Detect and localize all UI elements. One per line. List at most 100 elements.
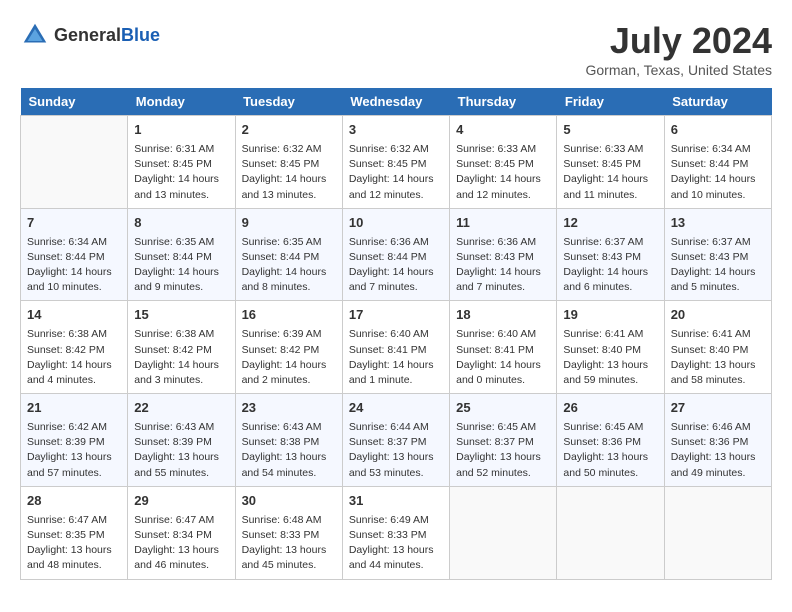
day-number: 7 xyxy=(27,214,121,233)
day-content: Sunrise: 6:43 AM Sunset: 8:38 PM Dayligh… xyxy=(242,420,336,481)
day-number: 20 xyxy=(671,306,765,325)
calendar-cell xyxy=(450,486,557,579)
calendar-cell: 29Sunrise: 6:47 AM Sunset: 8:34 PM Dayli… xyxy=(128,486,235,579)
day-content: Sunrise: 6:41 AM Sunset: 8:40 PM Dayligh… xyxy=(671,327,765,388)
calendar-cell: 22Sunrise: 6:43 AM Sunset: 8:39 PM Dayli… xyxy=(128,394,235,487)
day-number: 8 xyxy=(134,214,228,233)
calendar-cell: 26Sunrise: 6:45 AM Sunset: 8:36 PM Dayli… xyxy=(557,394,664,487)
calendar-cell: 7 Sunrise: 6:34 AM Sunset: 8:44 PM Daylig… xyxy=(21,208,128,301)
calendar-cell: 21Sunrise: 6:42 AM Sunset: 8:39 PM Dayli… xyxy=(21,394,128,487)
day-number: 5 xyxy=(563,121,657,140)
calendar-cell: 9 Sunrise: 6:35 AM Sunset: 8:44 PM Daylig… xyxy=(235,208,342,301)
calendar-cell: 20 Sunrise: 6:41 AM Sunset: 8:40 PM Dayli… xyxy=(664,301,771,394)
day-content: Sunrise: 6:35 AM Sunset: 8:44 PM Dayligh… xyxy=(242,235,336,296)
day-number: 14 xyxy=(27,306,121,325)
calendar-cell: 4Sunrise: 6:33 AM Sunset: 8:45 PM Daylig… xyxy=(450,116,557,209)
day-number: 12 xyxy=(563,214,657,233)
day-content: Sunrise: 6:47 AM Sunset: 8:34 PM Dayligh… xyxy=(134,513,228,574)
calendar-cell: 3 Sunrise: 6:32 AM Sunset: 8:45 PM Daylig… xyxy=(342,116,449,209)
logo-text-blue: Blue xyxy=(121,25,160,45)
day-content: Sunrise: 6:38 AM Sunset: 8:42 PM Dayligh… xyxy=(27,327,121,388)
calendar-cell: 30Sunrise: 6:48 AM Sunset: 8:33 PM Dayli… xyxy=(235,486,342,579)
day-content: Sunrise: 6:46 AM Sunset: 8:36 PM Dayligh… xyxy=(671,420,765,481)
calendar-cell: 31 Sunrise: 6:49 AM Sunset: 8:33 PM Dayli… xyxy=(342,486,449,579)
day-content: Sunrise: 6:40 AM Sunset: 8:41 PM Dayligh… xyxy=(456,327,550,388)
day-content: Sunrise: 6:41 AM Sunset: 8:40 PM Dayligh… xyxy=(563,327,657,388)
calendar-cell: 25 Sunrise: 6:45 AM Sunset: 8:37 PM Dayli… xyxy=(450,394,557,487)
day-number: 24 xyxy=(349,399,443,418)
header-row: SundayMondayTuesdayWednesdayThursdayFrid… xyxy=(21,88,772,116)
day-number: 16 xyxy=(242,306,336,325)
day-content: Sunrise: 6:34 AM Sunset: 8:44 PM Dayligh… xyxy=(27,235,121,296)
day-number: 3 xyxy=(349,121,443,140)
day-number: 17 xyxy=(349,306,443,325)
week-row-1: 1 Sunrise: 6:31 AM Sunset: 8:45 PM Daylig… xyxy=(21,116,772,209)
calendar-cell: 6 Sunrise: 6:34 AM Sunset: 8:44 PM Daylig… xyxy=(664,116,771,209)
calendar-cell: 1 Sunrise: 6:31 AM Sunset: 8:45 PM Daylig… xyxy=(128,116,235,209)
day-number: 25 xyxy=(456,399,550,418)
day-number: 27 xyxy=(671,399,765,418)
day-number: 4 xyxy=(456,121,550,140)
day-content: Sunrise: 6:38 AM Sunset: 8:42 PM Dayligh… xyxy=(134,327,228,388)
calendar-cell: 11Sunrise: 6:36 AM Sunset: 8:43 PM Dayli… xyxy=(450,208,557,301)
day-number: 28 xyxy=(27,492,121,511)
day-header-wednesday: Wednesday xyxy=(342,88,449,116)
day-number: 6 xyxy=(671,121,765,140)
calendar-cell: 2 Sunrise: 6:32 AM Sunset: 8:45 PM Daylig… xyxy=(235,116,342,209)
calendar-cell xyxy=(664,486,771,579)
day-content: Sunrise: 6:45 AM Sunset: 8:36 PM Dayligh… xyxy=(563,420,657,481)
day-number: 18 xyxy=(456,306,550,325)
day-header-friday: Friday xyxy=(557,88,664,116)
day-content: Sunrise: 6:31 AM Sunset: 8:45 PM Dayligh… xyxy=(134,142,228,203)
calendar-cell: 14 Sunrise: 6:38 AM Sunset: 8:42 PM Dayli… xyxy=(21,301,128,394)
day-content: Sunrise: 6:35 AM Sunset: 8:44 PM Dayligh… xyxy=(134,235,228,296)
day-content: Sunrise: 6:43 AM Sunset: 8:39 PM Dayligh… xyxy=(134,420,228,481)
day-header-sunday: Sunday xyxy=(21,88,128,116)
calendar-cell: 15Sunrise: 6:38 AM Sunset: 8:42 PM Dayli… xyxy=(128,301,235,394)
calendar-cell: 23 Sunrise: 6:43 AM Sunset: 8:38 PM Dayli… xyxy=(235,394,342,487)
calendar-cell: 13 Sunrise: 6:37 AM Sunset: 8:43 PM Dayli… xyxy=(664,208,771,301)
logo-icon xyxy=(20,20,50,50)
day-content: Sunrise: 6:49 AM Sunset: 8:33 PM Dayligh… xyxy=(349,513,443,574)
day-content: Sunrise: 6:33 AM Sunset: 8:45 PM Dayligh… xyxy=(563,142,657,203)
day-content: Sunrise: 6:37 AM Sunset: 8:43 PM Dayligh… xyxy=(563,235,657,296)
calendar-cell: 8 Sunrise: 6:35 AM Sunset: 8:44 PM Daylig… xyxy=(128,208,235,301)
day-number: 2 xyxy=(242,121,336,140)
day-number: 1 xyxy=(134,121,228,140)
day-content: Sunrise: 6:37 AM Sunset: 8:43 PM Dayligh… xyxy=(671,235,765,296)
day-number: 9 xyxy=(242,214,336,233)
day-number: 19 xyxy=(563,306,657,325)
logo: GeneralBlue xyxy=(20,20,160,50)
day-header-saturday: Saturday xyxy=(664,88,771,116)
calendar-cell: 12 Sunrise: 6:37 AM Sunset: 8:43 PM Dayli… xyxy=(557,208,664,301)
day-content: Sunrise: 6:47 AM Sunset: 8:35 PM Dayligh… xyxy=(27,513,121,574)
day-content: Sunrise: 6:39 AM Sunset: 8:42 PM Dayligh… xyxy=(242,327,336,388)
day-content: Sunrise: 6:32 AM Sunset: 8:45 PM Dayligh… xyxy=(242,142,336,203)
week-row-3: 14 Sunrise: 6:38 AM Sunset: 8:42 PM Dayli… xyxy=(21,301,772,394)
day-content: Sunrise: 6:45 AM Sunset: 8:37 PM Dayligh… xyxy=(456,420,550,481)
day-header-monday: Monday xyxy=(128,88,235,116)
calendar-cell: 27 Sunrise: 6:46 AM Sunset: 8:36 PM Dayli… xyxy=(664,394,771,487)
day-number: 30 xyxy=(242,492,336,511)
day-content: Sunrise: 6:36 AM Sunset: 8:44 PM Dayligh… xyxy=(349,235,443,296)
location: Gorman, Texas, United States xyxy=(586,62,773,78)
week-row-2: 7 Sunrise: 6:34 AM Sunset: 8:44 PM Daylig… xyxy=(21,208,772,301)
calendar-cell: 17 Sunrise: 6:40 AM Sunset: 8:41 PM Dayli… xyxy=(342,301,449,394)
calendar-cell: 5 Sunrise: 6:33 AM Sunset: 8:45 PM Daylig… xyxy=(557,116,664,209)
day-number: 31 xyxy=(349,492,443,511)
month-year: July 2024 xyxy=(586,20,773,62)
day-content: Sunrise: 6:40 AM Sunset: 8:41 PM Dayligh… xyxy=(349,327,443,388)
day-content: Sunrise: 6:32 AM Sunset: 8:45 PM Dayligh… xyxy=(349,142,443,203)
week-row-4: 21Sunrise: 6:42 AM Sunset: 8:39 PM Dayli… xyxy=(21,394,772,487)
week-row-5: 28 Sunrise: 6:47 AM Sunset: 8:35 PM Dayli… xyxy=(21,486,772,579)
day-header-tuesday: Tuesday xyxy=(235,88,342,116)
day-number: 23 xyxy=(242,399,336,418)
page-header: GeneralBlue July 2024 Gorman, Texas, Uni… xyxy=(20,20,772,78)
day-content: Sunrise: 6:34 AM Sunset: 8:44 PM Dayligh… xyxy=(671,142,765,203)
day-number: 11 xyxy=(456,214,550,233)
logo-text-general: General xyxy=(54,25,121,45)
day-number: 13 xyxy=(671,214,765,233)
calendar-cell: 10Sunrise: 6:36 AM Sunset: 8:44 PM Dayli… xyxy=(342,208,449,301)
calendar-cell: 24Sunrise: 6:44 AM Sunset: 8:37 PM Dayli… xyxy=(342,394,449,487)
calendar-cell xyxy=(21,116,128,209)
